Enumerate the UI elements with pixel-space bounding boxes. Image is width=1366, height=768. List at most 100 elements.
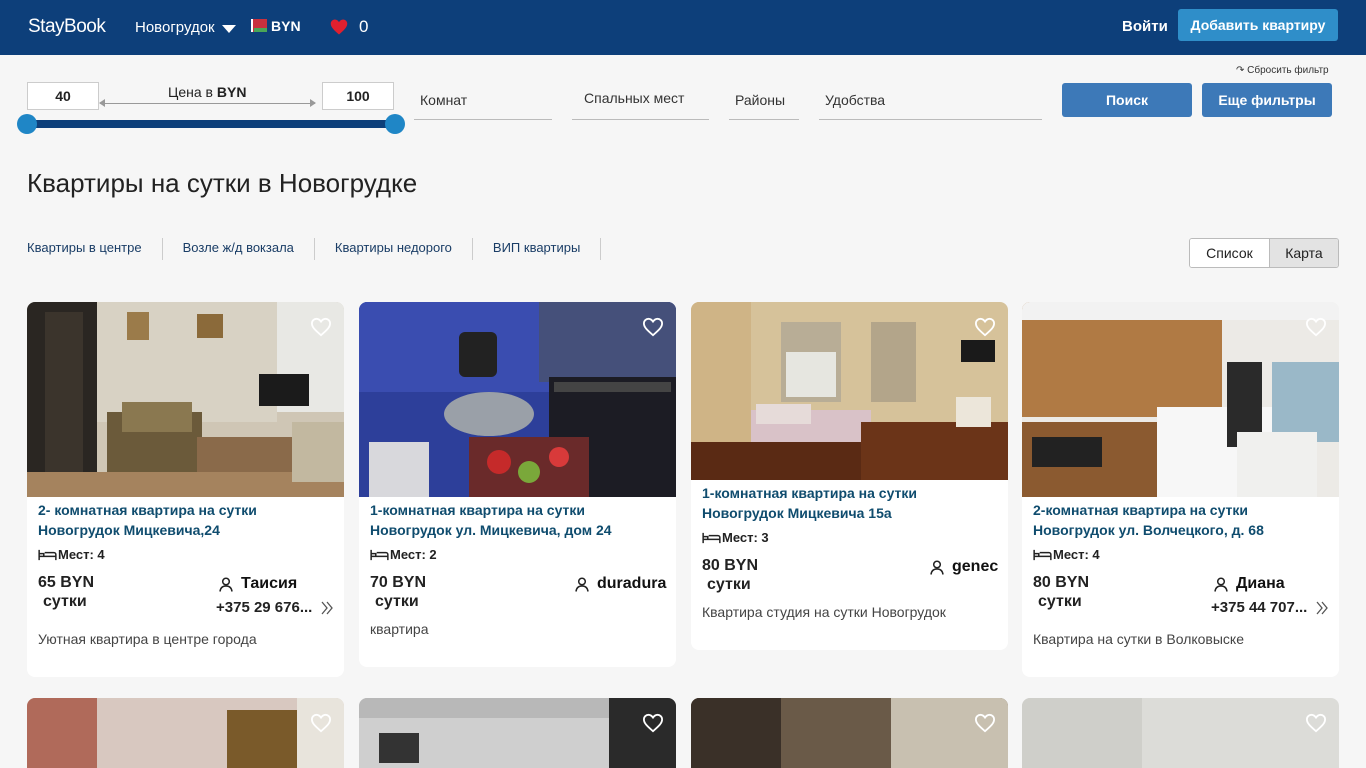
listing-phone[interactable]: +375 29 676... — [216, 599, 312, 616]
listing-title-line2[interactable]: Новогрудок ул. Волчецкого, д. 68 — [1033, 522, 1264, 538]
favorite-heart-icon[interactable] — [642, 317, 664, 337]
currency-selector[interactable]: BYN — [271, 18, 301, 34]
listing-card[interactable]: 1-комнатная квартира на сутки Новогрудок … — [359, 302, 676, 667]
listing-places-text: Мест: 3 — [722, 530, 769, 545]
rooms-filter[interactable]: Комнат — [414, 84, 552, 120]
listing-places: Мест: 4 — [38, 547, 105, 562]
price-label-text: Цена в — [168, 84, 213, 100]
listing-card[interactable]: 1-комнатная квартира на сутки Новогрудок … — [691, 302, 1008, 650]
user-icon — [930, 559, 944, 575]
beds-filter[interactable]: Спальных мест — [572, 84, 709, 120]
quick-link-center[interactable]: Квартиры в центре — [27, 238, 163, 260]
favorites-count[interactable]: 0 — [359, 17, 368, 37]
price-max-input[interactable]: 100 — [322, 82, 394, 110]
listing-photo[interactable] — [27, 302, 344, 497]
listing-owner-name[interactable]: genec — [952, 558, 998, 576]
price-slider-track[interactable] — [27, 120, 395, 128]
listing-owner-name[interactable]: Диана — [1236, 575, 1285, 593]
bed-icon — [370, 549, 389, 561]
listing-title[interactable]: 1-комнатная квартира на сутки Новогрудок … — [370, 500, 670, 540]
quick-link-station[interactable]: Возле ж/д вокзала — [163, 238, 315, 260]
listing-description: Уютная квартира в центре города — [38, 631, 257, 647]
listing-card[interactable] — [359, 698, 676, 768]
list-view-button[interactable]: Список — [1190, 239, 1269, 267]
listing-card[interactable] — [691, 698, 1008, 768]
more-filters-button[interactable]: Еще фильтры — [1202, 83, 1332, 117]
favorite-heart-icon[interactable] — [974, 713, 996, 733]
heart-icon[interactable] — [330, 18, 348, 36]
listing-title[interactable]: 1-комнатная квартира на сутки Новогрудок … — [702, 483, 1002, 523]
listing-phone[interactable]: +375 44 707... — [1211, 599, 1307, 616]
listing-owner[interactable]: Диана — [1214, 575, 1285, 593]
listing-title-line1[interactable]: 2- комнатная квартира на сутки — [38, 502, 257, 518]
listing-title-line2[interactable]: Новогрудок Мицкевича,24 — [38, 522, 220, 538]
user-icon — [219, 576, 233, 592]
favorite-heart-icon[interactable] — [1305, 317, 1327, 337]
add-apartment-button[interactable]: Добавить квартиру — [1178, 9, 1338, 41]
favorite-heart-icon[interactable] — [1305, 713, 1327, 733]
site-logo[interactable]: StayBook — [28, 16, 106, 38]
quick-link-cheap[interactable]: Квартиры недорого — [315, 238, 473, 260]
search-button[interactable]: Поиск — [1062, 83, 1192, 117]
chevron-down-icon[interactable] — [222, 25, 236, 33]
price-range-arrow — [99, 99, 316, 107]
listing-title-line2[interactable]: Новогрудок Мицкевича 15а — [702, 505, 892, 521]
listing-description: Квартира на сутки в Волковыске — [1033, 631, 1244, 647]
listing-photo[interactable] — [691, 302, 1008, 480]
price-label: Цена в BYN — [168, 84, 246, 100]
listing-price-period: сутки — [375, 593, 419, 610]
price-slider-min-handle[interactable] — [17, 114, 37, 134]
listing-card[interactable]: 2- комнатная квартира на сутки Новогрудок… — [27, 302, 344, 677]
listing-title-line1[interactable]: 1-комнатная квартира на сутки — [370, 502, 585, 518]
page-title: Квартиры на сутки в Новогрудке — [27, 168, 418, 198]
quick-links: Квартиры в центре Возле ж/д вокзала Квар… — [27, 238, 602, 260]
price-min-input[interactable]: 40 — [27, 82, 99, 110]
listing-photo[interactable] — [1022, 698, 1339, 768]
listing-price-value: 80 BYN — [702, 557, 759, 574]
favorite-heart-icon[interactable] — [310, 713, 332, 733]
listing-card[interactable] — [1022, 698, 1339, 768]
listing-places: Мест: 3 — [702, 530, 769, 545]
belarus-flag-icon[interactable] — [251, 19, 267, 32]
price-slider-max-handle[interactable] — [385, 114, 405, 134]
districts-filter[interactable]: Районы — [729, 84, 799, 120]
listing-photo[interactable] — [1022, 302, 1339, 497]
listing-title-line2[interactable]: Новогрудок ул. Мицкевича, дом 24 — [370, 522, 612, 538]
favorite-heart-icon[interactable] — [310, 317, 332, 337]
listing-photo[interactable] — [359, 302, 676, 497]
listing-photo[interactable] — [691, 698, 1008, 768]
city-selector[interactable]: Новогрудок — [135, 19, 215, 36]
listing-places: Мест: 4 — [1033, 547, 1100, 562]
listing-owner-name[interactable]: Таисия — [241, 575, 297, 593]
listing-title-line1[interactable]: 1-комнатная квартира на сутки — [702, 485, 917, 501]
listing-photo[interactable] — [359, 698, 676, 768]
listing-owner-name[interactable]: duradura — [597, 575, 666, 593]
listing-owner[interactable]: duradura — [575, 575, 666, 593]
quick-link-vip[interactable]: ВИП квартиры — [473, 238, 602, 260]
bed-icon — [38, 549, 57, 561]
bed-icon — [1033, 549, 1052, 561]
view-toggle: Список Карта — [1189, 238, 1339, 268]
listing-price: 65 BYN сутки — [38, 573, 94, 611]
listing-card[interactable]: 2-комнатная квартира на сутки Новогрудок … — [1022, 302, 1339, 677]
favorite-heart-icon[interactable] — [642, 713, 664, 733]
user-icon — [575, 576, 589, 592]
listing-owner[interactable]: genec — [930, 558, 998, 576]
listing-photo[interactable] — [27, 698, 344, 768]
listing-description: квартира — [370, 621, 429, 637]
favorite-heart-icon[interactable] — [974, 317, 996, 337]
listing-title[interactable]: 2- комнатная квартира на сутки Новогрудок… — [38, 500, 338, 540]
listing-owner[interactable]: Таисия — [219, 575, 297, 593]
listing-card[interactable] — [27, 698, 344, 768]
login-link[interactable]: Войти — [1122, 18, 1168, 35]
listing-title[interactable]: 2-комнатная квартира на сутки Новогрудок … — [1033, 500, 1333, 540]
listing-price-period: сутки — [707, 576, 751, 593]
chevron-right-double-icon[interactable] — [321, 601, 333, 615]
reset-filter-link[interactable]: ↷ Сбросить фильтр — [1236, 65, 1329, 76]
listing-title-line1[interactable]: 2-комнатная квартира на сутки — [1033, 502, 1248, 518]
chevron-right-double-icon[interactable] — [1316, 601, 1328, 615]
listing-places-text: Мест: 4 — [58, 547, 105, 562]
listing-price-value: 65 BYN — [38, 574, 95, 591]
map-view-button[interactable]: Карта — [1268, 239, 1338, 267]
amenities-filter[interactable]: Удобства — [819, 84, 1042, 120]
